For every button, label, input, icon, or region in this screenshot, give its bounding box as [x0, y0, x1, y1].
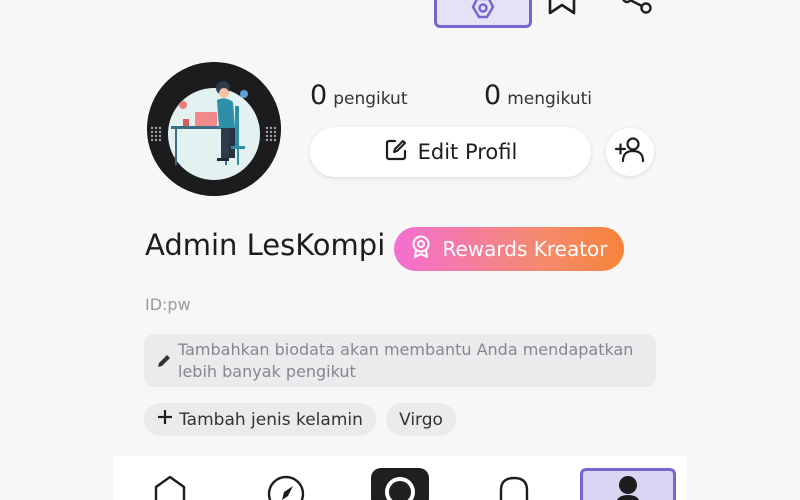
- profile-page: 0 pengikut 0 mengikuti Edit Profil Admin…: [0, 0, 800, 500]
- profile-name: Admin LesKompi: [145, 228, 386, 262]
- bio-field[interactable]: Tambahkan biodata akan membantu Anda men…: [144, 334, 656, 387]
- following-stat[interactable]: 0 mengikuti: [484, 80, 592, 111]
- notification-icon: [495, 474, 533, 500]
- bookmark-icon: [546, 0, 578, 22]
- rewards-kreator-button[interactable]: Rewards Kreator: [394, 227, 624, 271]
- zodiac-chip[interactable]: Virgo: [386, 403, 456, 436]
- following-count: 0: [484, 80, 502, 111]
- add-gender-chip[interactable]: Tambah jenis kelamin: [144, 403, 376, 436]
- add-gender-label: Tambah jenis kelamin: [179, 409, 363, 430]
- followers-stat[interactable]: 0 pengikut: [310, 80, 408, 111]
- bookmark-button[interactable]: [545, 0, 579, 20]
- nav-explore[interactable]: [264, 474, 308, 500]
- followers-label: pengikut: [333, 89, 408, 109]
- user-id: ID:pw: [145, 295, 191, 314]
- rewards-label: Rewards Kreator: [442, 237, 608, 261]
- profile-icon: [608, 471, 648, 500]
- plus-icon: [157, 409, 173, 430]
- share-icon: [618, 0, 656, 22]
- followers-count: 0: [310, 80, 328, 111]
- explore-icon: [266, 474, 306, 500]
- nav-profile[interactable]: [580, 468, 676, 500]
- nav-home[interactable]: [150, 474, 190, 500]
- medal-icon: [410, 235, 432, 264]
- pencil-icon: [156, 353, 172, 373]
- settings-icon: [468, 0, 498, 25]
- add-friend-button[interactable]: [606, 128, 654, 176]
- camera-icon: [380, 468, 420, 500]
- following-label: mengikuti: [507, 89, 592, 109]
- bio-placeholder: Tambahkan biodata akan membantu Anda men…: [178, 340, 634, 381]
- edit-profile-label: Edit Profil: [417, 140, 518, 164]
- add-friend-icon: [614, 136, 646, 168]
- edit-profile-button[interactable]: Edit Profil: [310, 127, 591, 177]
- zodiac-label: Virgo: [399, 409, 443, 430]
- share-button[interactable]: [617, 0, 657, 20]
- edit-icon: [384, 138, 408, 167]
- nav-camera[interactable]: [371, 468, 429, 500]
- avatar[interactable]: [147, 62, 281, 196]
- avatar-illustration: [147, 62, 281, 196]
- nav-notifications[interactable]: [494, 474, 534, 500]
- home-icon: [151, 474, 189, 500]
- settings-button[interactable]: [434, 0, 532, 28]
